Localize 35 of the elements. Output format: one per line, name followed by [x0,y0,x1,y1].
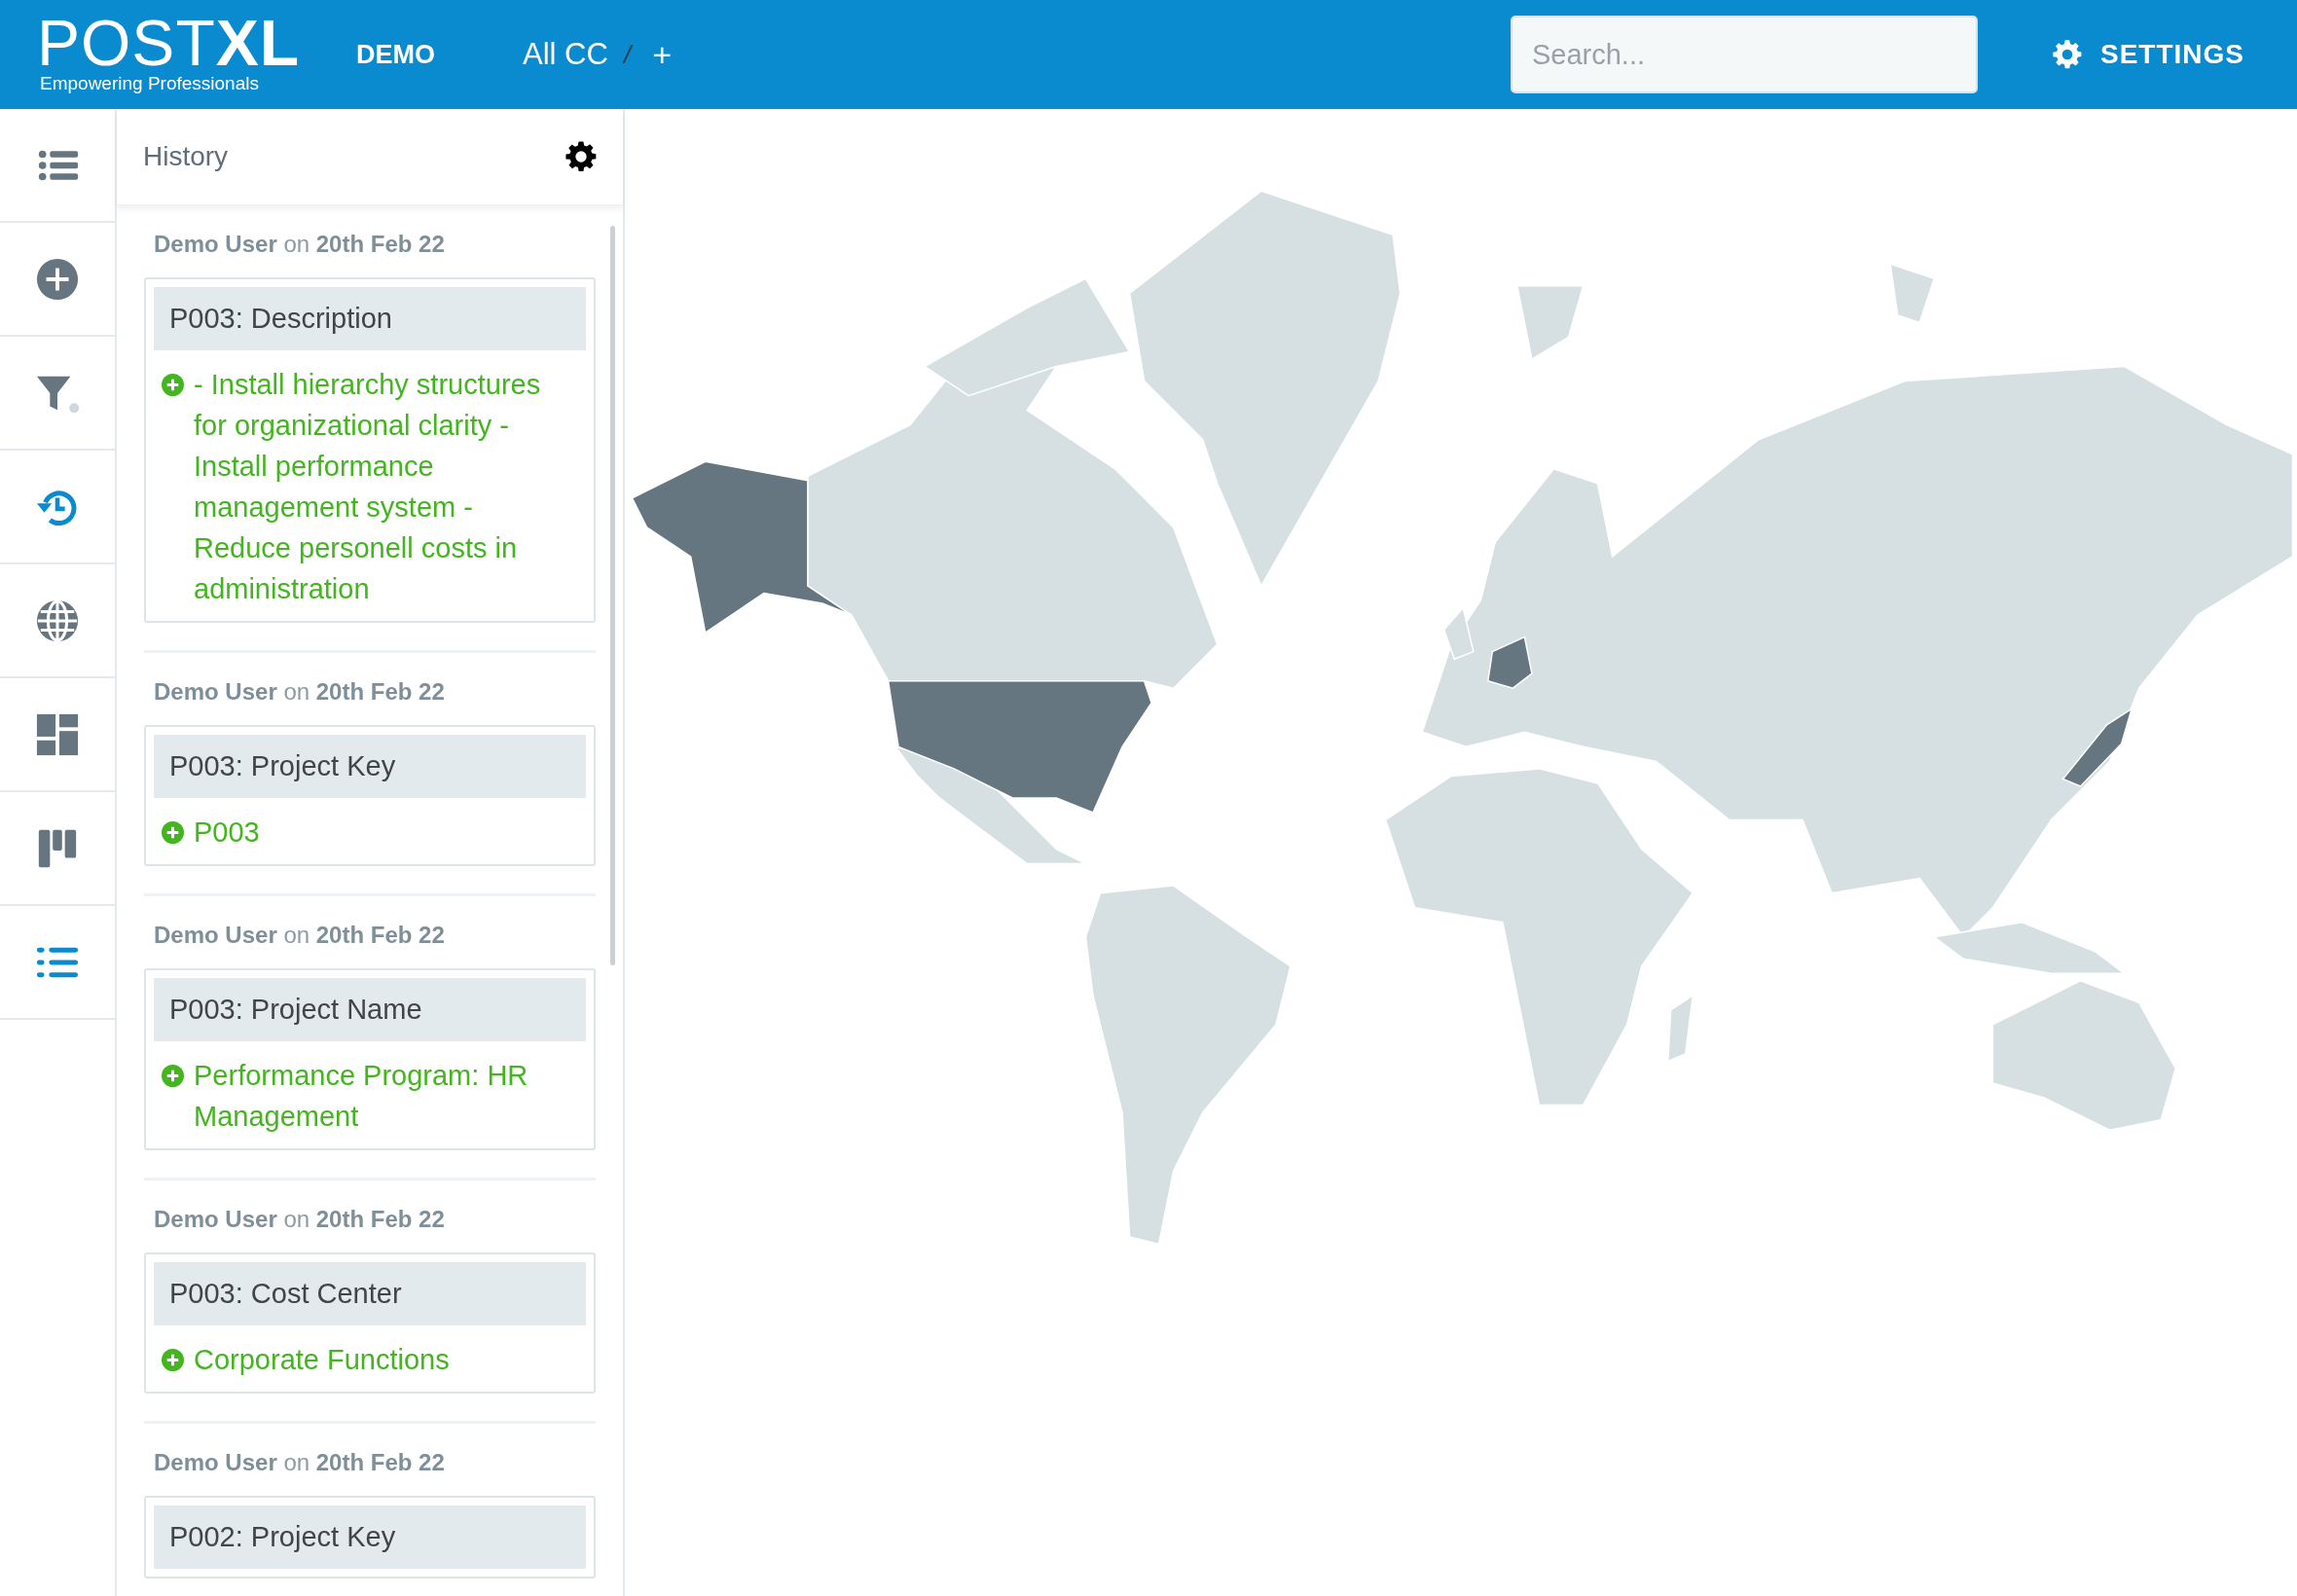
logo-tagline: Empowering Professionals [40,73,260,94]
changed-value: P003 [194,816,261,850]
field-name: P003: Project Key [154,735,586,798]
dashboard-icon [35,711,80,757]
settings-button[interactable]: SETTINGS [2046,38,2250,71]
globe-icon [35,598,80,643]
history-author-date: Demo User on 20th Feb 22 [153,231,446,258]
history-author-date: Demo User on 20th Feb 22 [153,1449,446,1476]
nav-tab[interactable]: DEMO [346,31,446,78]
history-author-date: Demo User on 20th Feb 22 [153,922,446,949]
changed-value: Performance Program: HR Management [194,1059,529,1134]
changed-value: Corporate Functions [194,1343,451,1377]
field-name: P003: Project Name [154,978,586,1041]
field-name: P002: Project Key [154,1505,586,1569]
add-icon [162,821,184,844]
history-author-date: Demo User on 20th Feb 22 [153,678,446,706]
add-icon [162,1065,184,1087]
breadcrumb-link[interactable]: All CC [523,37,608,72]
scrollbar[interactable] [610,226,615,965]
settings-icon [565,140,598,173]
world-map-drawing[interactable] [631,190,2294,1246]
field-name: P003: Description [154,287,586,350]
add-icon [162,374,184,396]
history-author-date: Demo User on 20th Feb 22 [153,1206,446,1233]
panel-title: History [143,141,229,172]
search-field[interactable]: Search... [1511,16,1978,93]
logo-text: POSTXL [37,15,301,71]
field-name: P003: Cost Center [154,1262,586,1325]
add-icon [162,1349,184,1371]
changed-value: - Install hierarchy structures for organizational clarity - Install performance management system - Reduce personell costs in administration [194,368,542,606]
breadcrumb-separator: / [623,39,632,70]
add-icon [35,256,80,302]
add-button[interactable]: + [646,35,677,74]
panel-settings-button[interactable] [565,140,598,173]
settings-icon [2052,39,2083,70]
